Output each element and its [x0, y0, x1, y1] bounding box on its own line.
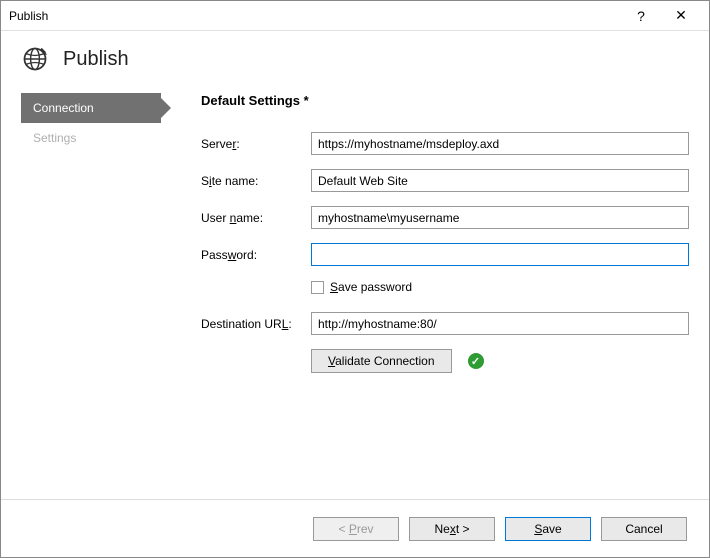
main-panel: Default Settings * Server: Site name: Us…: [201, 93, 689, 373]
desturl-input[interactable]: [311, 312, 689, 335]
username-input[interactable]: [311, 206, 689, 229]
desturl-label: Destination URL:: [201, 317, 311, 331]
save-button[interactable]: Save: [505, 517, 591, 541]
page-title: Publish: [63, 48, 129, 71]
help-button[interactable]: ?: [621, 2, 661, 30]
close-button[interactable]: ✕: [661, 2, 701, 30]
globe-icon: [21, 45, 49, 73]
sidebar: Connection Settings: [21, 93, 161, 373]
sidebar-item-settings[interactable]: Settings: [21, 123, 161, 153]
section-heading: Default Settings *: [201, 93, 689, 108]
server-input[interactable]: [311, 132, 689, 155]
password-label: Password:: [201, 248, 311, 262]
sidebar-item-connection[interactable]: Connection: [21, 93, 161, 123]
titlebar: Publish ? ✕: [1, 1, 709, 31]
window-title: Publish: [9, 9, 621, 23]
header: Publish: [1, 31, 709, 93]
sitename-label: Site name:: [201, 174, 311, 188]
prev-button: < Prev: [313, 517, 399, 541]
server-label: Server:: [201, 137, 311, 151]
content: Connection Settings Default Settings * S…: [1, 93, 709, 373]
sidebar-item-label: Settings: [33, 131, 76, 145]
sidebar-item-label: Connection: [33, 101, 94, 115]
footer: < Prev Next > Save Cancel: [1, 499, 709, 557]
save-password-checkbox[interactable]: [311, 281, 324, 294]
password-input[interactable]: [311, 243, 689, 266]
save-password-label: Save password: [330, 280, 412, 294]
username-label: User name:: [201, 211, 311, 225]
sitename-input[interactable]: [311, 169, 689, 192]
next-button[interactable]: Next >: [409, 517, 495, 541]
validate-connection-button[interactable]: Validate Connection: [311, 349, 452, 373]
check-icon: ✓: [468, 353, 484, 369]
cancel-button[interactable]: Cancel: [601, 517, 687, 541]
